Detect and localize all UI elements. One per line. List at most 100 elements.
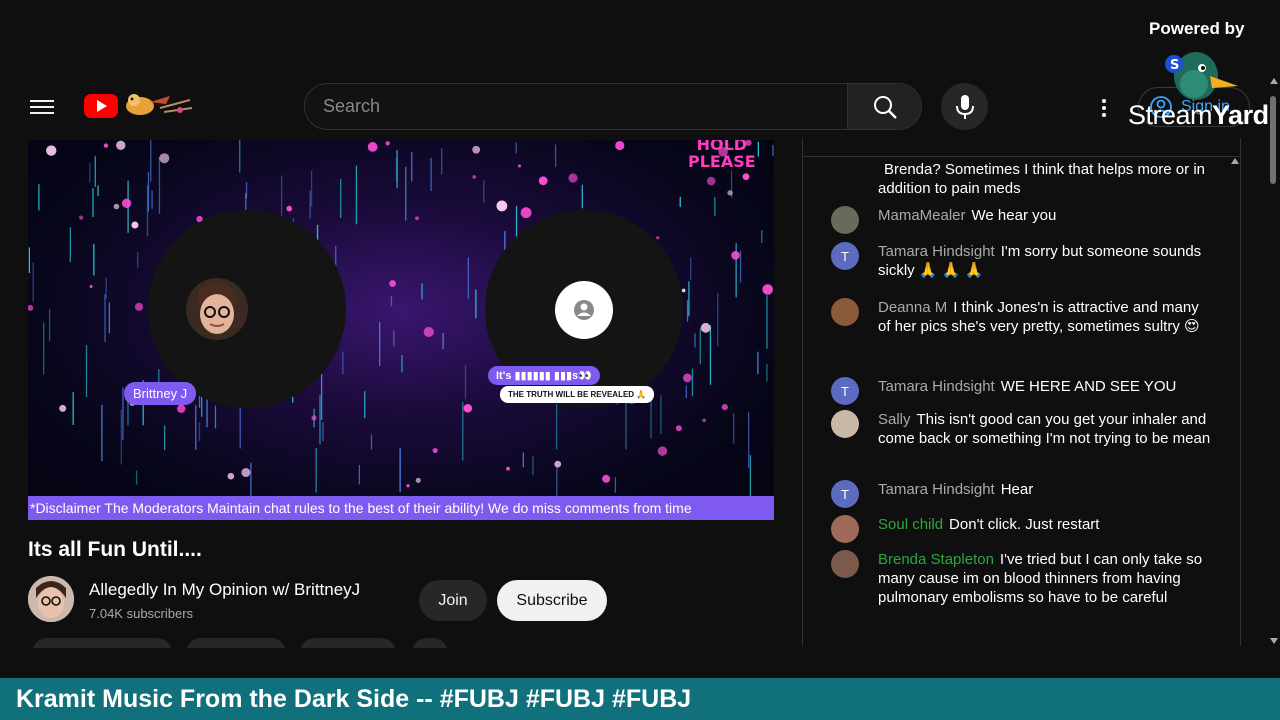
chat-author-avatar[interactable] <box>831 410 859 438</box>
menu-icon[interactable] <box>30 96 54 118</box>
video-player[interactable]: HOLD PLEASE Brittney J It's ▮▮▮▮▮▮ ▮▮▮s👀 … <box>28 140 774 520</box>
chat-author-avatar[interactable] <box>831 206 859 234</box>
particle-dot <box>113 203 120 210</box>
chat-message-text: WE HERE AND SEE YOU <box>1000 378 1177 395</box>
particle-dot <box>538 176 548 186</box>
scroll-up-arrow[interactable] <box>1270 78 1278 84</box>
particle-dot <box>46 145 57 156</box>
search-bar <box>304 83 922 130</box>
chat-author-name[interactable]: Deanna M <box>878 299 947 316</box>
chat-message-text: Brenda? Sometimes I think that helps mor… <box>878 161 1205 197</box>
particle-dot <box>706 176 716 186</box>
search-button[interactable] <box>847 84 921 129</box>
chat-author-name[interactable]: Tamara Hindsight <box>878 243 995 260</box>
particle-dot <box>727 190 733 196</box>
particle-dot <box>702 418 706 423</box>
particle-dot <box>311 415 317 421</box>
video-title: Its all Fun Until.... <box>28 538 202 561</box>
chat-message-body: Tamara Hindsight Hear <box>878 480 1211 499</box>
particle-dot <box>103 143 109 148</box>
channel-name[interactable]: Allegedly In My Opinion w/ BrittneyJ <box>89 580 360 600</box>
chat-message-text: This isn't good can you get your inhaler… <box>878 411 1211 447</box>
participant-avatar <box>186 278 248 340</box>
particle-dot <box>762 284 773 295</box>
chat-message: Brenda? Sometimes I think that helps mor… <box>831 160 1211 198</box>
chat-author-name[interactable]: Brenda Stapleton <box>878 551 994 568</box>
chat-author-avatar[interactable] <box>831 298 859 326</box>
particle-dot <box>121 198 132 209</box>
action-chip[interactable] <box>300 638 396 648</box>
youtube-logo[interactable] <box>84 94 118 118</box>
chat-author-avatar[interactable]: T <box>831 242 859 270</box>
particle-dot <box>568 173 578 183</box>
chat-author-avatar[interactable]: T <box>831 377 859 405</box>
chat-message-body: Brenda Stapleton I've tried but I can onl… <box>878 550 1211 607</box>
join-button[interactable]: Join <box>419 580 487 621</box>
disclaimer-ticker: *Disclaimer The Moderators Maintain chat… <box>28 496 774 520</box>
chat-author-name[interactable]: Soul child <box>878 516 943 533</box>
action-chip[interactable] <box>186 638 286 648</box>
stream-banner: Kramit Music From the Dark Side -- #FUBJ… <box>0 678 1280 720</box>
hold-please-graphic: HOLD PLEASE <box>688 140 756 171</box>
action-chips-row <box>28 638 458 648</box>
chat-author-name[interactable]: Tamara Hindsight <box>878 481 995 498</box>
subscribe-button[interactable]: Subscribe <box>497 580 607 621</box>
particle-dot <box>700 322 711 333</box>
chat-scroll-up-arrow[interactable] <box>1231 158 1239 164</box>
banner-overlay-truth: THE TRUTH WILL BE REVEALED 🙏 <box>500 386 655 403</box>
settings-more-icon[interactable] <box>1094 96 1114 120</box>
particle-dot <box>367 142 378 152</box>
particle-dot <box>472 145 481 154</box>
participant-name-tag: Brittney J <box>124 382 197 405</box>
particle-dot <box>286 205 293 212</box>
search-input[interactable] <box>305 84 847 129</box>
particle-dot <box>406 484 410 488</box>
scrollbar-thumb[interactable] <box>1270 96 1276 184</box>
doodle-logo[interactable] <box>120 88 196 122</box>
particle-dot <box>721 404 728 411</box>
search-icon <box>873 95 897 119</box>
page-scrollbar[interactable] <box>1268 70 1280 650</box>
streamyard-wordmark: StreamYard <box>1128 100 1269 130</box>
chat-message: T Tamara Hindsight Hear <box>831 480 1211 508</box>
voice-search-button[interactable] <box>941 83 988 130</box>
chat-message: Soul child Don't click. Just restart <box>831 515 1211 543</box>
action-chip[interactable] <box>32 638 172 648</box>
live-chat-panel: Brenda? Sometimes I think that helps mor… <box>802 138 1241 646</box>
particle-dot <box>682 373 692 383</box>
chat-message-body: Deanna MI think Jones'n is attractive an… <box>878 298 1211 336</box>
chat-message-text: Hear <box>1000 481 1034 498</box>
microphone-icon <box>955 94 974 119</box>
particle-dot <box>496 200 508 212</box>
particle-dot <box>675 425 682 432</box>
svg-text:S: S <box>1170 58 1179 73</box>
chat-message: MamaMealer We hear you <box>831 206 1211 234</box>
particle-dot <box>415 477 421 483</box>
particle-dot <box>116 140 126 151</box>
particle-dot <box>472 175 477 179</box>
chat-message: Sally This isn't good can you get your in… <box>831 410 1211 448</box>
particle-dot <box>681 288 686 293</box>
particle-dot <box>656 236 660 240</box>
particle-dot <box>731 251 740 260</box>
chat-message-body: Brenda? Sometimes I think that helps mor… <box>878 160 1211 198</box>
chat-author-name[interactable]: MamaMealer <box>878 207 966 224</box>
chat-author-avatar[interactable] <box>831 550 859 578</box>
chat-header-divider <box>803 156 1240 157</box>
particle-dot <box>159 153 170 164</box>
chat-author-avatar[interactable]: T <box>831 480 859 508</box>
particle-dot <box>241 468 251 478</box>
chat-author-name[interactable]: Tamara Hindsight <box>878 378 995 395</box>
action-chip[interactable] <box>412 638 448 648</box>
chat-author-name[interactable]: Sally <box>878 411 911 428</box>
channel-avatar[interactable] <box>28 576 74 622</box>
chat-message-text: We hear you <box>971 207 1057 224</box>
banner-overlay-pill: It's ▮▮▮▮▮▮ ▮▮▮s👀 <box>488 366 600 385</box>
particle-dot <box>657 446 668 456</box>
scroll-down-arrow[interactable] <box>1270 638 1278 644</box>
chat-author-avatar[interactable] <box>831 515 859 543</box>
particle-dot <box>615 140 625 151</box>
chat-message: Deanna MI think Jones'n is attractive an… <box>831 298 1211 336</box>
particle-dot <box>463 403 473 413</box>
particle-dot <box>554 460 562 468</box>
